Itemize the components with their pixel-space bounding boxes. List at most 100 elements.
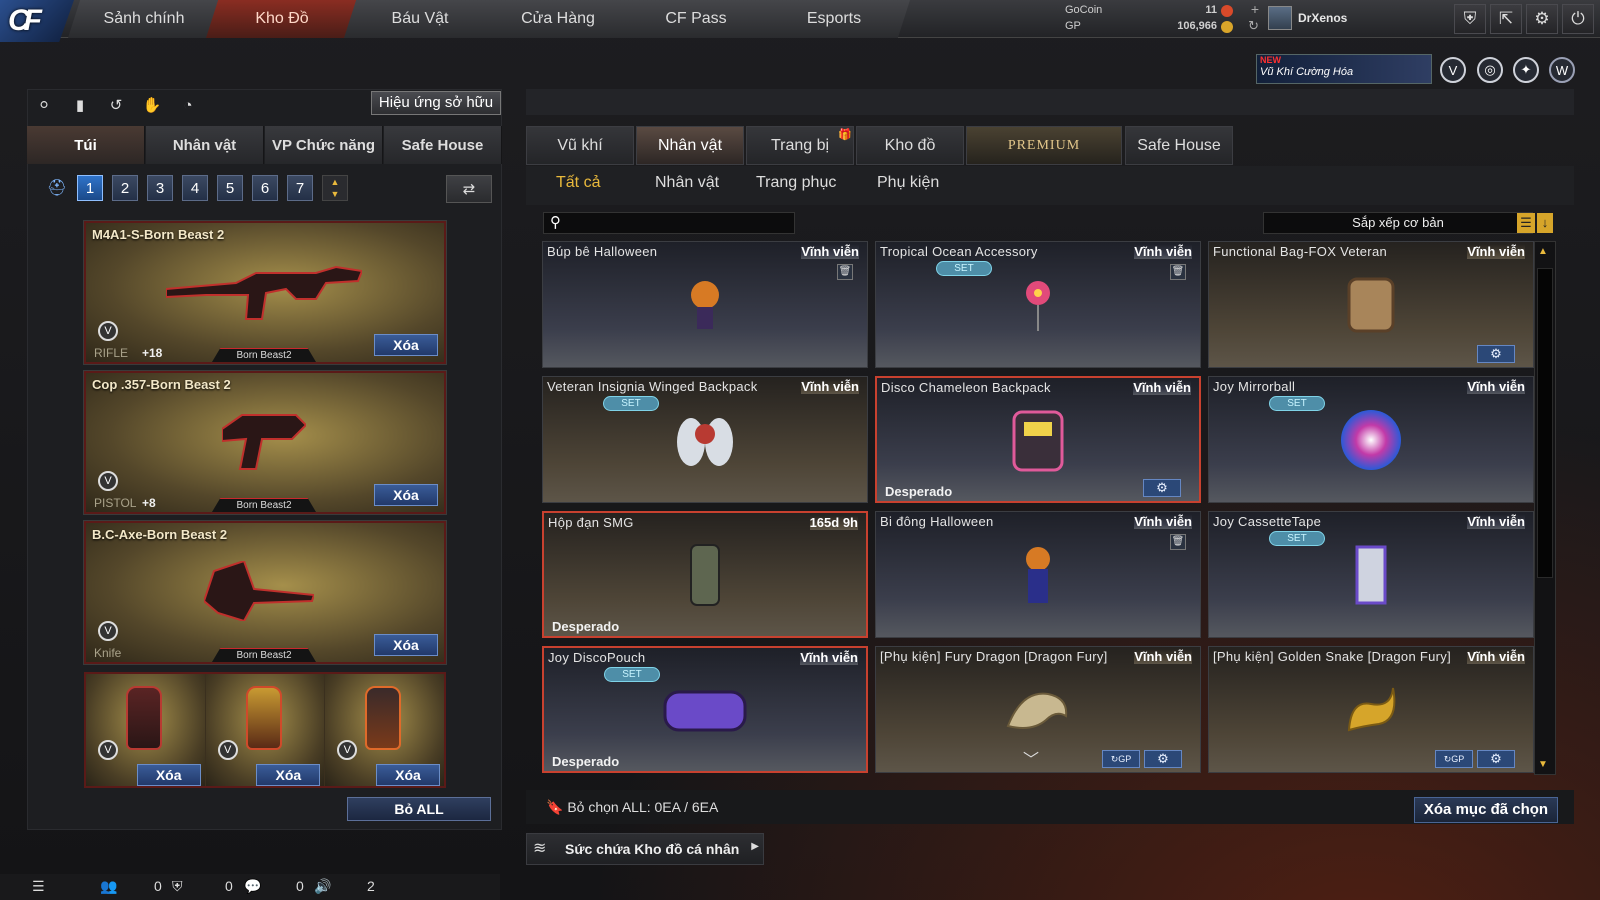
grenade-slot[interactable]: V Xóa [325,674,445,786]
gp-convert-icon[interactable]: ↻GP [1435,750,1473,768]
bag-page-3[interactable]: 3 [147,175,173,201]
history-icon[interactable]: ↺ [102,93,130,117]
item-scrollbar[interactable]: ▲ ▼ [1534,241,1556,775]
item-card[interactable]: Tropical Ocean Accessory Vĩnh viễn SET 🗑 [875,241,1201,368]
swap-bag-button[interactable]: ⇄ [446,175,492,203]
gp-convert-icon[interactable]: ↻GP [1102,750,1140,768]
bag-page-4[interactable]: 4 [182,175,208,201]
slot-item-name: M4A1-S-Born Beast 2 [92,227,225,242]
tab-safe-house-right[interactable]: Safe House [1125,126,1233,165]
filter-all[interactable]: Tất cả [556,174,600,192]
tab-character[interactable]: Nhân vật [146,126,264,164]
hand-icon[interactable]: ✋ [138,93,166,117]
nav-tab-cf-pass[interactable]: CF Pass [620,0,772,38]
shield-icon[interactable]: ⛨ [1454,4,1486,34]
globe-badge-icon[interactable]: ◎ [1477,57,1503,83]
sort-dropdown[interactable]: Sắp xếp cơ bản [1263,212,1533,234]
remove-button[interactable]: Xóa [374,484,438,506]
nav-tab-lobby[interactable]: Sảnh chính [68,0,220,38]
remove-button[interactable]: Xóa [376,764,441,786]
speaker-icon[interactable]: 🔊 [314,878,331,895]
page-arrows[interactable]: ▲ ▼ [322,175,348,201]
deselect-all-info[interactable]: 🔖 Bỏ chọn ALL: 0EA / 6EA [546,799,718,816]
list-view-icon[interactable]: ☰ [1517,213,1535,233]
filter-costume[interactable]: Trang phục [756,174,836,192]
promo-banner[interactable]: NEW Vũ Khí Cường Hóa [1256,54,1432,84]
trash-icon[interactable]: 🗑 [1170,534,1186,550]
scroll-thumb[interactable] [1537,268,1553,578]
delete-selected-button[interactable]: Xóa mục đã chọn [1414,797,1558,823]
item-card[interactable]: Joy Mirrorball Vĩnh viễn SET [1208,376,1534,503]
tab-bag[interactable]: Túi [27,126,145,164]
capacity-button[interactable]: ≋ Sức chứa Kho đồ cá nhân ▶ [526,833,764,865]
filter-accessory[interactable]: Phụ kiện [877,174,939,192]
remove-button[interactable]: Xóa [374,334,438,356]
cf-logo[interactable]: CF [0,0,74,42]
item-card[interactable]: Veteran Insignia Winged Backpack Vĩnh vi… [542,376,868,503]
tab-premium[interactable]: PREMIUM [966,126,1122,165]
ranking-icon[interactable]: ▮ [66,93,94,117]
tab-weapons[interactable]: Vũ khí [526,126,634,165]
user-info[interactable]: DrXenos [1268,6,1347,30]
trash-icon[interactable]: 🗑 [1170,264,1186,280]
v-badge-icon[interactable]: V [1440,57,1466,83]
golden-snake-image [1347,687,1396,731]
item-card-selected[interactable]: Hộp đạn SMG 165d 9h Desperado [542,511,868,638]
bag-page-6[interactable]: 6 [252,175,278,201]
tab-storage[interactable]: Kho đồ [856,126,964,165]
bag-page-2[interactable]: 2 [112,175,138,201]
mouse-icon[interactable]: ◔ [174,93,202,117]
item-card[interactable]: Joy CassetteTape Vĩnh viễn SET [1208,511,1534,638]
owned-effects-button[interactable]: Hiệu ứng sở hữu [371,91,501,115]
bag-page-7[interactable]: 7 [287,175,313,201]
gear-icon[interactable]: ⚙ [1143,479,1181,497]
star-badge-icon[interactable]: ✦ [1513,57,1539,83]
nav-tab-treasure[interactable]: Báu Vật [344,0,496,38]
item-card-selected[interactable]: Disco Chameleon Backpack Vĩnh viễn Despe… [875,376,1201,503]
sort-direction-icon[interactable]: ↓ [1537,213,1553,233]
filter-character[interactable]: Nhân vật [655,174,719,192]
remove-button[interactable]: Xóa [374,634,438,656]
trash-icon[interactable]: 🗑 [837,264,853,280]
add-coin-icon[interactable]: + [1251,1,1259,17]
item-card[interactable]: Búp bê Halloween Vĩnh viễn 🗑 [542,241,868,368]
search-input[interactable]: ⚲ [543,212,795,234]
weapon-slot-knife[interactable]: B.C-Axe-Born Beast 2 V Knife Born Beast2… [83,520,447,665]
toggle-off-icon[interactable]: ⚪ [30,93,58,117]
gear-icon[interactable]: ⚙ [1526,4,1558,34]
friends-icon[interactable]: 👥 [100,878,117,895]
bag-page-1[interactable]: 1 [77,175,103,201]
exit-room-icon[interactable]: ⇱ [1490,4,1522,34]
clan-icon[interactable]: ⛨ [172,878,183,895]
item-card[interactable]: [Phụ kiện] Golden Snake [Dragon Fury] Vĩ… [1208,646,1534,773]
refresh-icon[interactable]: ↻ [1248,18,1259,34]
w-badge-icon[interactable]: W [1549,57,1575,83]
item-card[interactable]: [Phụ kiện] Fury Dragon [Dragon Fury] Vĩn… [875,646,1201,773]
remove-button[interactable]: Xóa [136,764,201,786]
nav-tab-shop[interactable]: Cửa Hàng [482,0,634,38]
gear-icon[interactable]: ⚙ [1477,345,1515,363]
tab-characters[interactable]: Nhân vật [636,126,744,165]
power-icon[interactable]: ⏻ [1562,4,1594,34]
grenade-slot[interactable]: V Xóa [205,674,326,786]
scroll-up-icon[interactable]: ▲ [1538,246,1548,257]
weapon-slot-pistol[interactable]: Cop .357-Born Beast 2 V PISTOL +8 Born B… [83,370,447,515]
chevron-down-icon[interactable]: ﹀ [1023,746,1039,770]
bag-page-5[interactable]: 5 [217,175,243,201]
gear-icon[interactable]: ⚙ [1144,750,1182,768]
tab-function-items[interactable]: VP Chức năng [265,126,383,164]
nav-tab-inventory[interactable]: Kho Đồ [206,0,358,38]
grenade-slot[interactable]: V Xóa [86,674,206,786]
item-card-selected[interactable]: Joy DiscoPouch Vĩnh viễn SET Desperado [542,646,868,773]
remove-button[interactable]: Xóa [256,764,321,786]
nav-tab-esports[interactable]: Esports [758,0,910,38]
tab-safe-house[interactable]: Safe House [384,126,502,164]
chat-icon[interactable]: 💬 [244,878,261,895]
item-card[interactable]: Bi đông Halloween Vĩnh viễn 🗑 [875,511,1201,638]
menu-icon[interactable]: ☰ [32,878,45,895]
gear-icon[interactable]: ⚙ [1477,750,1515,768]
item-card[interactable]: Functional Bag-FOX Veteran Vĩnh viễn ⚙ [1208,241,1534,368]
clear-all-button[interactable]: Bỏ ALL [347,797,491,821]
weapon-slot-rifle[interactable]: M4A1-S-Born Beast 2 V RIFLE +18 Born Bea… [83,220,447,365]
scroll-down-icon[interactable]: ▼ [1538,759,1548,770]
